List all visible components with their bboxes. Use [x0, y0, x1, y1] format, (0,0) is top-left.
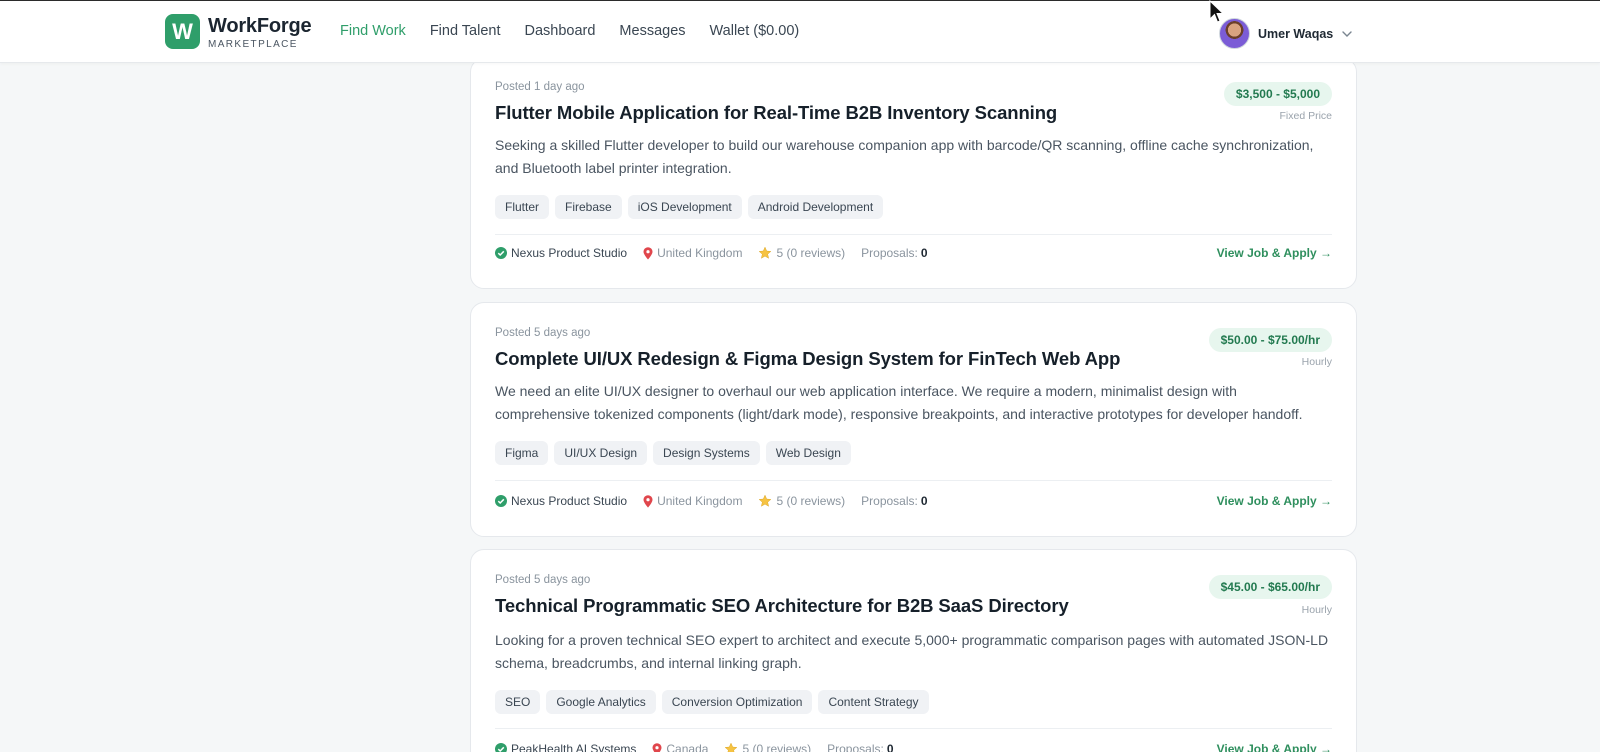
- main-nav: Find Work Find Talent Dashboard Messages…: [340, 23, 799, 39]
- user-name[interactable]: Umer Waqas: [1258, 27, 1333, 41]
- budget-type: Hourly: [1301, 356, 1332, 368]
- company-name: PeakHealth AI Systems: [511, 742, 637, 752]
- nav-messages[interactable]: Messages: [619, 23, 685, 39]
- client-rating: 5 (0 reviews): [776, 494, 846, 508]
- posted-date: Posted 5 days ago: [495, 327, 591, 339]
- skill-tags: SEO Google Analytics Conversion Optimiza…: [495, 690, 929, 714]
- client-meta: Nexus Product Studio United Kingdom 5 (0…: [495, 494, 944, 508]
- client-rating: 5 (0 reviews): [776, 246, 846, 260]
- proposals-count: 0: [886, 742, 894, 752]
- budget-type: Hourly: [1301, 604, 1332, 616]
- nav-dashboard[interactable]: Dashboard: [524, 23, 595, 39]
- job-title[interactable]: Flutter Mobile Application for Real-Time…: [495, 102, 1057, 124]
- skill-tag[interactable]: Google Analytics: [546, 690, 656, 714]
- skill-tag[interactable]: SEO: [495, 690, 541, 714]
- skill-tag[interactable]: Content Strategy: [818, 690, 929, 714]
- client-location: United Kingdom: [657, 494, 743, 508]
- skill-tag[interactable]: Firebase: [555, 195, 622, 219]
- nav-find-talent[interactable]: Find Talent: [430, 23, 501, 39]
- company-name: Nexus Product Studio: [511, 494, 628, 508]
- brand-name[interactable]: WorkForge: [208, 15, 312, 38]
- brand-logo-icon[interactable]: W: [165, 14, 200, 49]
- card-divider: [495, 234, 1332, 235]
- client-meta: PeakHealth AI Systems Canada 5 (0 review…: [495, 742, 910, 752]
- skill-tag[interactable]: Web Design: [765, 441, 851, 465]
- client-meta: Nexus Product Studio United Kingdom 5 (0…: [495, 246, 944, 260]
- brand-subtitle: MARKETPLACE: [208, 39, 298, 50]
- budget-badge: $45.00 - $65.00/hr: [1208, 575, 1332, 599]
- location-pin-icon: [652, 742, 662, 752]
- proposals-count: 0: [920, 246, 928, 260]
- verified-check-icon: [495, 495, 507, 507]
- budget-badge: $3,500 - $5,000: [1223, 82, 1332, 106]
- client-rating: 5 (0 reviews): [742, 742, 812, 752]
- company-name: Nexus Product Studio: [511, 246, 628, 260]
- location-pin-icon: [643, 494, 653, 507]
- nav-find-work[interactable]: Find Work: [340, 23, 406, 39]
- skill-tag[interactable]: Flutter: [495, 195, 550, 219]
- star-icon: [725, 742, 738, 752]
- budget-type: Fixed Price: [1279, 110, 1332, 122]
- client-location: United Kingdom: [657, 246, 743, 260]
- job-card[interactable]: Posted 1 day ago Flutter Mobile Applicat…: [470, 58, 1357, 289]
- job-card[interactable]: Posted 5 days ago Complete UI/UX Redesig…: [470, 302, 1357, 537]
- user-menu[interactable]: Umer Waqas: [1219, 18, 1353, 49]
- skill-tag[interactable]: UI/UX Design: [554, 441, 648, 465]
- view-job-apply-link[interactable]: View Job & Apply →: [1217, 494, 1332, 508]
- job-card[interactable]: Posted 5 days ago Technical Programmatic…: [470, 549, 1357, 752]
- chevron-down-icon[interactable]: [1341, 28, 1353, 40]
- job-description: Seeking a skilled Flutter developer to b…: [495, 137, 1314, 176]
- skill-tag[interactable]: iOS Development: [627, 195, 742, 219]
- proposals-label: Proposals:: [827, 742, 884, 752]
- card-divider: [495, 728, 1332, 729]
- client-location: Canada: [666, 742, 709, 752]
- top-nav-bar: W WorkForge MARKETPLACE Find Work Find T…: [0, 0, 1600, 63]
- verified-check-icon: [495, 743, 507, 752]
- view-job-apply-link[interactable]: View Job & Apply →: [1217, 246, 1332, 260]
- job-title[interactable]: Complete UI/UX Redesign & Figma Design S…: [495, 348, 1120, 370]
- proposals-count: 0: [920, 494, 928, 508]
- skill-tags: Flutter Firebase iOS Development Android…: [495, 195, 884, 219]
- posted-date: Posted 5 days ago: [495, 574, 591, 586]
- location-pin-icon: [643, 246, 653, 259]
- card-divider: [495, 480, 1332, 481]
- job-description: We need an elite UI/UX designer to overh…: [495, 383, 1303, 422]
- proposals-label: Proposals:: [861, 494, 918, 508]
- job-title[interactable]: Technical Programmatic SEO Architecture …: [495, 595, 1069, 617]
- skill-tag[interactable]: Figma: [495, 441, 549, 465]
- skill-tag[interactable]: Conversion Optimization: [661, 690, 813, 714]
- star-icon: [759, 246, 772, 259]
- view-job-apply-link[interactable]: View Job & Apply →: [1217, 742, 1332, 752]
- skill-tags: Figma UI/UX Design Design Systems Web De…: [495, 441, 851, 465]
- star-icon: [759, 494, 772, 507]
- verified-check-icon: [495, 247, 507, 259]
- proposals-label: Proposals:: [861, 246, 918, 260]
- posted-date: Posted 1 day ago: [495, 81, 585, 93]
- job-description: Looking for a proven technical SEO exper…: [495, 632, 1329, 671]
- skill-tag[interactable]: Design Systems: [653, 441, 760, 465]
- skill-tag[interactable]: Android Development: [747, 195, 884, 219]
- budget-badge: $50.00 - $75.00/hr: [1208, 328, 1332, 352]
- mouse-cursor-icon: [1209, 0, 1225, 23]
- nav-wallet[interactable]: Wallet ($0.00): [710, 23, 800, 39]
